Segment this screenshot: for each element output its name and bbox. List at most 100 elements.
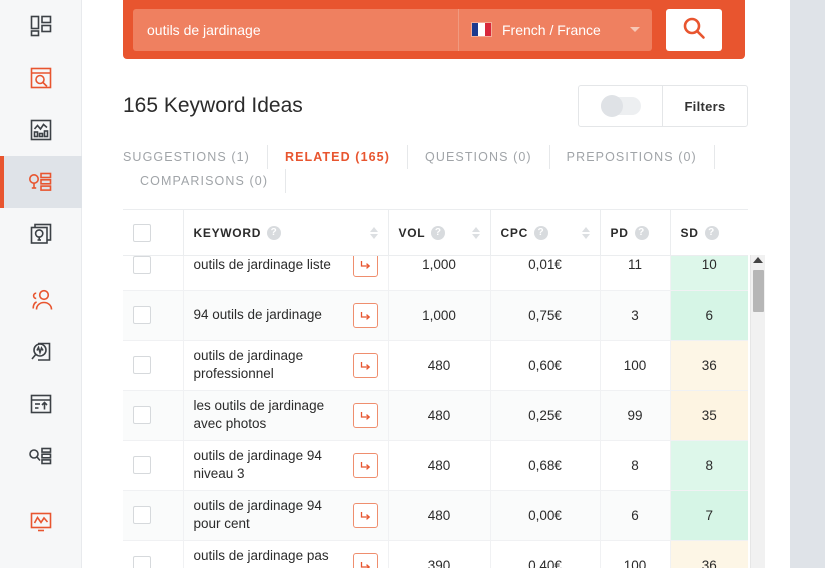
language-selector[interactable]: French / France [458, 8, 652, 51]
col-pd[interactable]: PD ? [600, 209, 671, 256]
table-vertical-scrollbar[interactable] [750, 255, 765, 568]
tab-prepositions[interactable]: PREPOSITIONS (0) [550, 145, 715, 169]
open-serp-arrow-icon[interactable] [352, 352, 378, 378]
col-cpc[interactable]: CPC ? [490, 209, 601, 256]
scrollbar-thumb[interactable] [753, 270, 764, 312]
sidebar-item-dashboard[interactable] [0, 0, 82, 52]
open-serp-arrow-icon[interactable] [352, 552, 378, 568]
col-vol-label: VOL [398, 225, 426, 240]
sidebar-item-seo-toolbar[interactable] [0, 326, 82, 378]
sidebar-item-content-explorer[interactable] [0, 208, 82, 260]
site-explorer-icon [29, 66, 53, 90]
sidebar-item-reports[interactable] [0, 378, 82, 430]
vol-cell: 1,000 [388, 256, 491, 291]
col-keyword-label: KEYWORD [193, 225, 262, 240]
sd-cell: 6 [670, 290, 748, 341]
pd-cell: 100 [600, 340, 671, 391]
row-keyword-cell: outils de jardinage 94 pour cent [183, 490, 389, 541]
tab-related[interactable]: RELATED (165) [268, 145, 408, 169]
search-button[interactable] [666, 8, 722, 51]
col-keyword[interactable]: KEYWORD ? [183, 209, 389, 256]
table-row[interactable]: outils de jardinage pas cher 3900,40€1003… [123, 540, 748, 568]
cpc-cell: 0,01€ [490, 256, 601, 291]
main-content: French / France 165 Keyword Ideas [82, 0, 790, 568]
filters-toggle[interactable] [579, 86, 662, 126]
language-label: French / France [502, 21, 601, 38]
sd-cell: 10 [670, 256, 748, 291]
keyword-search-input[interactable] [133, 8, 458, 51]
filters-button[interactable]: Filters [662, 86, 747, 126]
table-row[interactable]: outils de jardinage liste 1,000 0,01€ 11 10 [123, 256, 748, 291]
table-scroll-area[interactable]: outils de jardinage liste 1,000 0,01€ 11 10 9… [123, 256, 748, 568]
help-icon-vol[interactable]: ? [431, 225, 446, 240]
page-title: 165 Keyword Ideas [123, 94, 303, 117]
search-icon [681, 15, 707, 44]
table-row[interactable]: outils de jardinage professionnel 480 0,60… [123, 340, 748, 391]
col-vol[interactable]: VOL ? [388, 209, 491, 256]
right-side-panel [790, 0, 825, 568]
row-keyword-cell: outils de jardinage professionnel [183, 340, 389, 391]
left-sidebar [0, 0, 82, 568]
search-bar: French / France [123, 0, 745, 59]
help-icon-keyword[interactable]: ? [267, 225, 282, 240]
keyword-table-header: KEYWORD ? VOL ? CPC ? PD ? SD ? [123, 209, 748, 256]
col-sd-label: SD [680, 225, 699, 240]
help-icon-sd[interactable]: ? [704, 225, 719, 240]
table-row[interactable]: les outils de jardinage avec photos 480 0,… [123, 390, 748, 441]
keyword-text: outils de jardinage liste [193, 256, 331, 272]
keyword-text: outils de jardinage professionnel [193, 348, 304, 381]
row-keyword-cell: outils de jardinage 94 niveau 3 [183, 440, 389, 491]
sd-cell: 7 [670, 490, 748, 541]
keyword-table-wrapper: KEYWORD ? VOL ? CPC ? PD ? SD ? outils d… [123, 209, 765, 568]
vol-cell: 480 [388, 490, 491, 541]
sidebar-item-alerts[interactable] [0, 496, 82, 548]
results-header: 165 Keyword Ideas Filters [82, 59, 790, 127]
row-checkbox[interactable] [133, 406, 151, 424]
sidebar-item-rank-tracker[interactable] [0, 274, 82, 326]
col-sd[interactable]: SD ? [670, 209, 748, 256]
sidebar-item-keywords-explorer[interactable] [0, 156, 82, 208]
sidebar-item-site-explorer[interactable] [0, 52, 82, 104]
row-checkbox[interactable] [133, 506, 151, 524]
sidebar-item-site-audit[interactable] [0, 104, 82, 156]
row-checkbox[interactable] [133, 456, 151, 474]
sort-vol-icon[interactable] [471, 226, 480, 239]
table-row[interactable]: outils de jardinage 94 niveau 3 480 0,68€ 8… [123, 440, 748, 491]
row-checkbox[interactable] [133, 356, 151, 374]
sd-cell: 8 [670, 440, 748, 491]
pd-cell: 6 [600, 490, 671, 541]
france-flag [471, 22, 492, 37]
scroll-up-arrow-icon[interactable] [753, 257, 763, 263]
sd-cell: 36 [670, 540, 748, 568]
open-serp-arrow-icon[interactable] [352, 302, 378, 328]
open-serp-arrow-icon[interactable] [352, 402, 378, 428]
sidebar-item-lists[interactable] [0, 430, 82, 482]
vol-cell: 480 [388, 390, 491, 441]
tab-questions[interactable]: QUESTIONS (0) [408, 145, 550, 169]
open-serp-arrow-icon[interactable] [352, 502, 378, 528]
table-row[interactable]: outils de jardinage 94 pour cent 480 0,00€… [123, 490, 748, 541]
row-select-cell [123, 390, 184, 441]
tab-comparisons[interactable]: COMPARISONS (0) [123, 169, 287, 193]
col-cpc-label: CPC [500, 225, 528, 240]
row-checkbox[interactable] [133, 306, 151, 324]
select-all-checkbox[interactable] [133, 223, 151, 242]
chevron-down-icon [630, 27, 640, 32]
table-header-row: KEYWORD ? VOL ? CPC ? PD ? SD ? [123, 209, 748, 256]
cpc-cell: 0,60€ [490, 340, 601, 391]
row-checkbox[interactable] [133, 256, 151, 274]
help-icon-cpc[interactable]: ? [533, 225, 548, 240]
open-serp-arrow-icon[interactable] [352, 256, 378, 278]
sidebar-divider-gap [0, 260, 81, 274]
help-icon-pd[interactable]: ? [634, 225, 649, 240]
monitor-graph-icon [29, 510, 53, 534]
tab-suggestions[interactable]: SUGGESTIONS (1) [123, 145, 268, 169]
cpc-cell: 0,25€ [490, 390, 601, 441]
row-checkbox[interactable] [133, 556, 151, 568]
sort-cpc-icon[interactable] [581, 226, 590, 239]
sort-keyword-icon[interactable] [369, 226, 378, 239]
table-row[interactable]: 94 outils de jardinage 1,000 0,75€ 3 6 [123, 290, 748, 341]
sidebar-item-more[interactable] [0, 548, 82, 568]
open-serp-arrow-icon[interactable] [352, 452, 378, 478]
keyword-text: les outils de jardinage avec photos [193, 398, 325, 431]
